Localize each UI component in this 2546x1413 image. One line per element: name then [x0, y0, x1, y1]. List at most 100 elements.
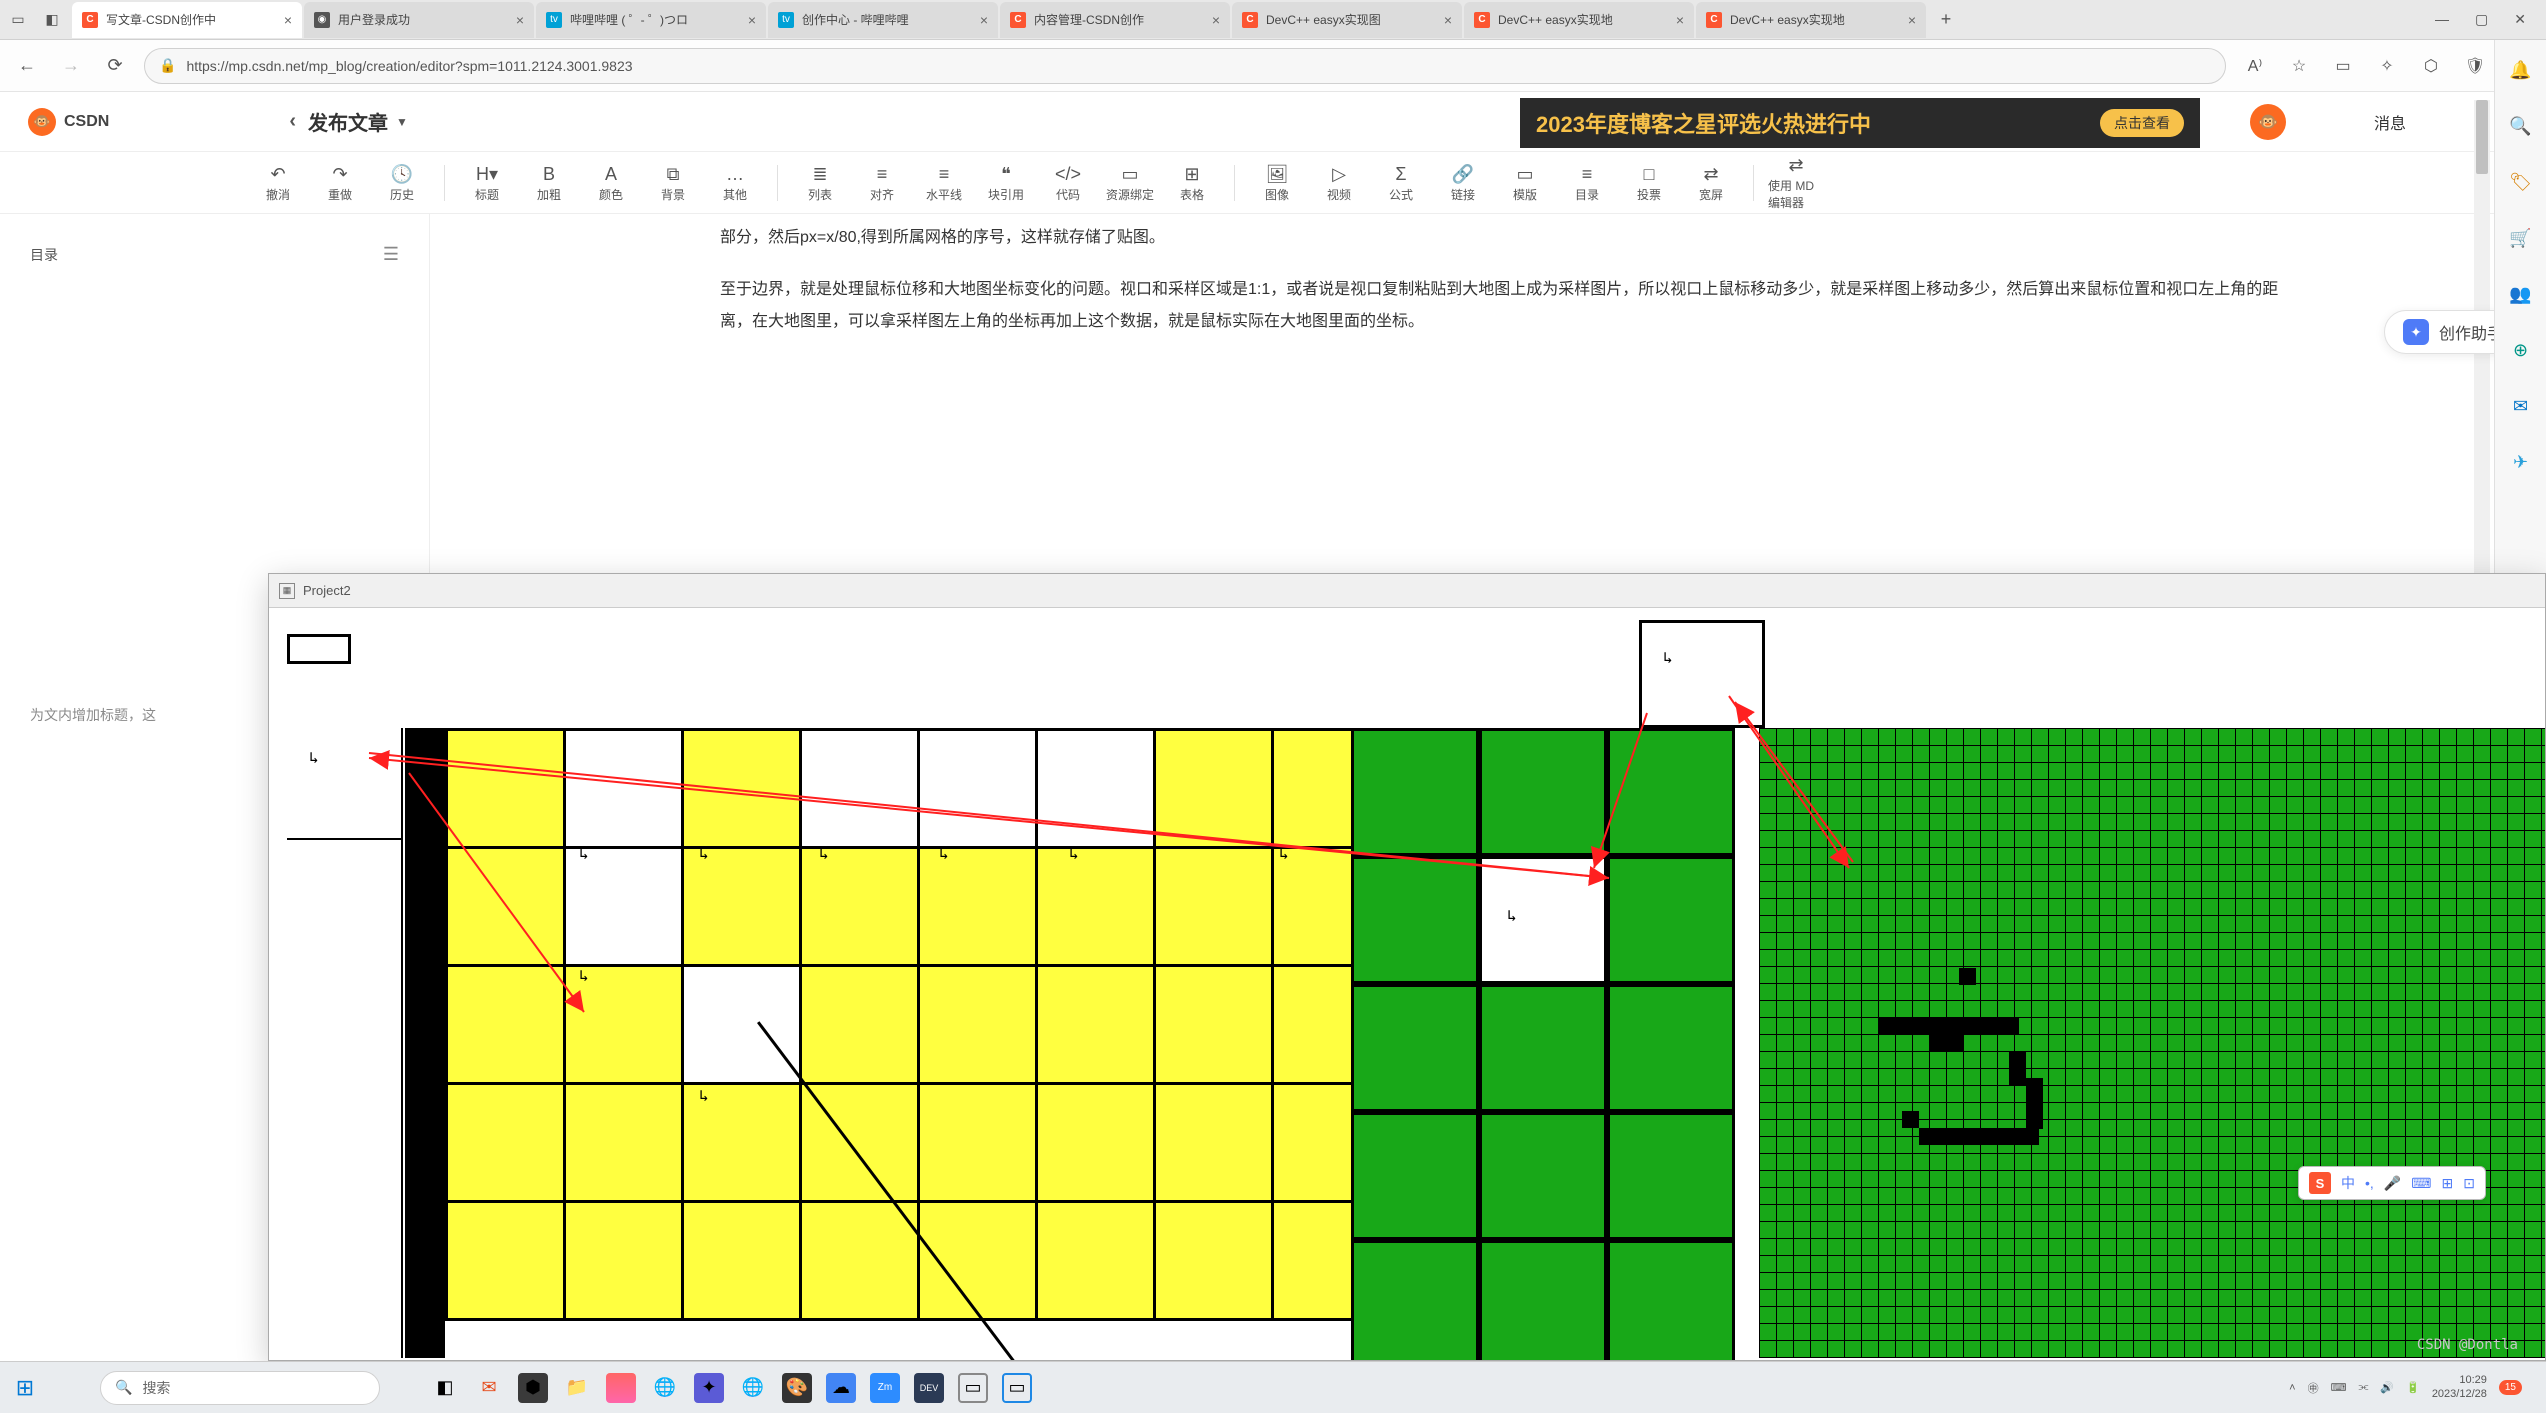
browser-tab[interactable]: C内容管理-CSDN创作× — [1000, 2, 1230, 38]
app-icon[interactable]: ✦ — [694, 1373, 724, 1403]
paragraph[interactable]: 部分，然后px=x/80,得到所属网格的序号，这样就存储了贴图。 — [720, 222, 2296, 254]
toolbar-item[interactable]: ≣列表 — [792, 155, 848, 211]
close-window-icon[interactable]: ✕ — [2514, 11, 2526, 28]
chevron-left-icon[interactable]: ‹ — [289, 110, 296, 133]
page-title[interactable]: ‹ 发布文章 ▼ — [289, 107, 408, 136]
system-tray[interactable]: ˄ ㊥ ⌨ ⫘ 🔊 🔋 10:29 2023/12/28 15 — [2289, 1374, 2536, 1400]
toolbar-item[interactable]: ↶撤消 — [250, 155, 306, 211]
browser-tab[interactable]: ◉用户登录成功× — [304, 2, 534, 38]
ime-toolbar[interactable]: S 中 •, 🎤 ⌨ ⊞ ⊡ — [2298, 1166, 2486, 1200]
edge-sidebar-item[interactable]: ⊕ — [2507, 336, 2535, 364]
app-icon[interactable]: ▭ — [1002, 1373, 1032, 1403]
edge-sidebar-item[interactable]: 🛒 — [2507, 224, 2535, 252]
back-button[interactable]: ← — [12, 51, 42, 81]
close-icon[interactable]: × — [980, 12, 988, 28]
banner-button[interactable]: 点击查看 — [2100, 109, 2184, 137]
message-link[interactable]: 消息 — [2374, 110, 2406, 134]
csdn-logo[interactable]: 🐵 CSDN — [28, 108, 109, 136]
sogou-icon[interactable]: S — [2309, 1172, 2331, 1194]
taskbar-search[interactable]: 🔍 搜索 — [100, 1371, 380, 1405]
ime-tool-icon[interactable]: ⊞ — [2441, 1175, 2453, 1192]
maximize-icon[interactable]: ▢ — [2475, 11, 2488, 28]
close-icon[interactable]: × — [516, 12, 524, 28]
close-icon[interactable]: × — [1676, 12, 1684, 28]
ime-menu-icon[interactable]: ⊡ — [2463, 1175, 2475, 1192]
toolbar-item[interactable]: 🕓历史 — [374, 155, 430, 211]
browser-tab[interactable]: CDevC++ easyx实现地× — [1696, 2, 1926, 38]
toolbar-item[interactable]: □投票 — [1621, 155, 1677, 211]
browser-tab[interactable]: tv哔哩哔哩 ( ゜- ゜)つロ× — [536, 2, 766, 38]
devcpp-icon[interactable]: DEV — [914, 1373, 944, 1403]
toolbar-item[interactable]: ↷重做 — [312, 155, 368, 211]
task-view-icon[interactable]: ◧ — [430, 1373, 460, 1403]
edge-sidebar-item[interactable]: 🔔 — [2507, 56, 2535, 84]
toolbar-item[interactable]: ▭资源绑定 — [1102, 155, 1158, 211]
read-aloud-icon[interactable]: A⁾ — [2240, 51, 2270, 81]
browser-tab[interactable]: C写文章-CSDN创作中× — [72, 2, 302, 38]
tab-actions-icon[interactable]: ▭ — [4, 6, 32, 34]
edge-icon[interactable]: 🌐 — [738, 1373, 768, 1403]
close-icon[interactable]: × — [748, 12, 756, 28]
refresh-button[interactable]: ⟳ — [100, 51, 130, 81]
adblock-icon[interactable]: 🛡 — [2460, 51, 2490, 81]
toc-toggle-icon[interactable]: ☰ — [383, 244, 399, 265]
tray-wifi-icon[interactable]: ⫘ — [2359, 1381, 2369, 1394]
toolbar-item[interactable]: H▾标题 — [459, 155, 515, 211]
start-button[interactable]: ⊞ — [10, 1373, 40, 1403]
browser-tab[interactable]: CDevC++ easyx实现图× — [1232, 2, 1462, 38]
zoom-icon[interactable]: Zm — [870, 1373, 900, 1403]
ime-punct-icon[interactable]: •, — [2365, 1175, 2374, 1191]
toolbar-item[interactable]: B加粗 — [521, 155, 577, 211]
toolbar-item[interactable]: ≡目录 — [1559, 155, 1615, 211]
edge-sidebar-item[interactable]: ✉ — [2507, 392, 2535, 420]
browser-tab[interactable]: tv创作中心 - 哔哩哔哩× — [768, 2, 998, 38]
edge-sidebar-item[interactable]: 🔍 — [2507, 112, 2535, 140]
extensions-icon[interactable]: ✧ — [2372, 51, 2402, 81]
app-icon[interactable]: ☁ — [826, 1373, 856, 1403]
toolbar-item[interactable]: </>代码 — [1040, 155, 1096, 211]
notification-badge[interactable]: 15 — [2499, 1380, 2522, 1395]
tray-chevron-icon[interactable]: ˄ — [2289, 1382, 2295, 1394]
project2-titlebar[interactable]: ▦ Project2 — [269, 574, 2545, 608]
minimize-icon[interactable]: — — [2435, 11, 2449, 28]
close-icon[interactable]: × — [1444, 12, 1452, 28]
tray-lang-icon[interactable]: ㊥ — [2308, 1380, 2319, 1396]
tray-battery-icon[interactable]: 🔋 — [2406, 1381, 2420, 1394]
toolbar-item[interactable]: 🔗链接 — [1435, 155, 1491, 211]
toolbar-item[interactable]: ⇄使用 MD 编辑器 — [1768, 155, 1824, 211]
toolbar-item[interactable]: ⧉背景 — [645, 155, 701, 211]
tab-preview-icon[interactable]: ◧ — [38, 6, 66, 34]
edge-sidebar-item[interactable]: 👥 — [2507, 280, 2535, 308]
user-avatar[interactable]: 🐵 — [2250, 104, 2286, 140]
mail-icon[interactable]: ✉ — [474, 1373, 504, 1403]
app-icon[interactable]: ⬢ — [518, 1373, 548, 1403]
toolbar-item[interactable]: ❝块引用 — [978, 155, 1034, 211]
toolbar-item[interactable]: A颜色 — [583, 155, 639, 211]
close-icon[interactable]: × — [284, 12, 292, 28]
edge-sidebar-item[interactable]: ✈ — [2507, 448, 2535, 476]
favorite-icon[interactable]: ☆ — [2284, 51, 2314, 81]
toolbar-item[interactable]: ⊞表格 — [1164, 155, 1220, 211]
paragraph[interactable]: 至于边界，就是处理鼠标位移和大地图坐标变化的问题。视口和采样区域是1:1，或者说… — [720, 274, 2296, 338]
toolbar-item[interactable]: 🖼图像 — [1249, 155, 1305, 211]
promo-banner[interactable]: 2023年度博客之星评选火热进行中 点击查看 — [1520, 98, 2200, 148]
address-input[interactable]: 🔒 https://mp.csdn.net/mp_blog/creation/e… — [144, 48, 2226, 84]
ime-lang-icon[interactable]: 中 — [2341, 1173, 2355, 1193]
ime-mic-icon[interactable]: 🎤 — [2384, 1175, 2401, 1192]
toolbar-item[interactable]: ▭模版 — [1497, 155, 1553, 211]
edge-sidebar-item[interactable]: 🏷 — [2507, 168, 2535, 196]
toolbar-item[interactable]: ≡水平线 — [916, 155, 972, 211]
chevron-down-icon[interactable]: ▼ — [396, 115, 408, 129]
chrome-icon[interactable]: 🌐 — [650, 1373, 680, 1403]
ime-keyboard-icon[interactable]: ⌨ — [2411, 1175, 2431, 1192]
browser-tool-icon[interactable]: ⬡ — [2416, 51, 2446, 81]
browser-tab[interactable]: CDevC++ easyx实现地× — [1464, 2, 1694, 38]
toolbar-item[interactable]: ⇄宽屏 — [1683, 155, 1739, 211]
tray-keyboard-icon[interactable]: ⌨ — [2331, 1381, 2347, 1394]
forward-button[interactable]: → — [56, 51, 86, 81]
close-icon[interactable]: × — [1212, 12, 1220, 28]
toolbar-item[interactable]: ▷视频 — [1311, 155, 1367, 211]
scrollbar-thumb[interactable] — [2476, 100, 2488, 174]
taskbar-clock[interactable]: 10:29 2023/12/28 — [2432, 1374, 2487, 1400]
app-icon[interactable] — [606, 1373, 636, 1403]
